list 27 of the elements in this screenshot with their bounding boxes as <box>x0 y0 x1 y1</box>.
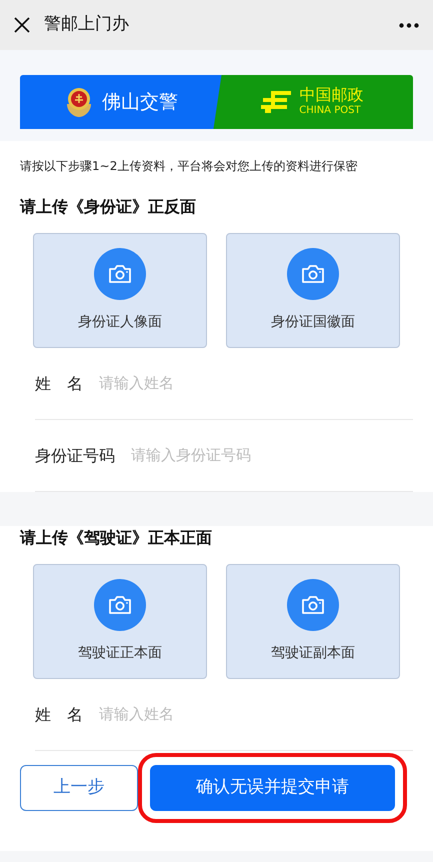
field-label: 姓 名 <box>35 372 83 394</box>
upload-card[interactable]: 驾驶证正本面 <box>33 564 207 679</box>
submit-button[interactable]: 确认无误并提交申请 <box>150 765 395 811</box>
upload-label: 驾驶证正本面 <box>78 644 162 663</box>
upload-card[interactable]: 驾驶证副本面 <box>226 564 400 679</box>
more-icon[interactable] <box>399 22 419 28</box>
upload-label: 身份证人像面 <box>78 313 162 332</box>
upload-card[interactable]: 身份证人像面 <box>33 233 207 348</box>
upload-card[interactable]: 身份证国徽面 <box>226 233 400 348</box>
post-logo-icon <box>261 89 294 115</box>
banner-subtext: CHINA POST <box>299 104 362 118</box>
close-icon[interactable] <box>14 17 30 33</box>
page-title: 警邮上门办 <box>44 13 129 36</box>
section-heading: 请上传《身份证》正反面 <box>20 196 197 218</box>
back-button[interactable]: 上一步 <box>20 765 138 811</box>
notice-text: 请按以下步骤1~2上传资料，平台将会对您上传的资料进行保密 <box>20 158 358 175</box>
camera-icon <box>94 248 146 300</box>
banner-text: 中国邮政 <box>299 86 364 104</box>
field-label: 身份证号码 <box>35 444 115 466</box>
banner-text: 佛山交警 <box>102 90 178 115</box>
camera-icon <box>287 248 339 300</box>
section-heading: 请上传《驾驶证》正本正面 <box>20 527 213 549</box>
camera-icon <box>94 579 146 631</box>
upload-label: 身份证国徽面 <box>271 313 355 332</box>
upload-label: 驾驶证副本面 <box>271 644 355 663</box>
field-label: 姓 名 <box>35 704 83 726</box>
camera-icon <box>287 579 339 631</box>
